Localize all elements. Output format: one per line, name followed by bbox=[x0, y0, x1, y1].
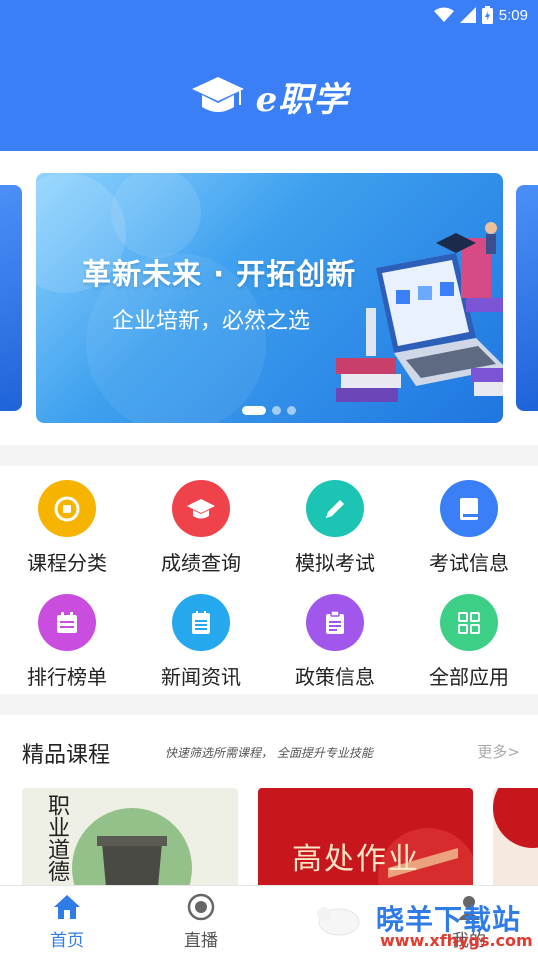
section-subtitle: 快速筛选所需课程， 全面提升专业技能 bbox=[165, 746, 373, 760]
pencil-icon bbox=[306, 480, 364, 537]
course-card-peek[interactable] bbox=[493, 788, 538, 885]
battery-icon bbox=[481, 6, 493, 24]
course-card[interactable]: 高处作业 bbox=[258, 788, 473, 885]
featured-courses-section: 精品课程 快速筛选所需课程， 全面提升专业技能 更多> 职业道德 高处作业 bbox=[0, 715, 538, 885]
graduation-cap-logo-icon bbox=[191, 77, 244, 112]
status-time: 5:09 bbox=[498, 6, 528, 24]
banner-carousel[interactable]: 革新未来 · 开拓创新 企业培新，必然之选 bbox=[36, 173, 503, 423]
notepad-icon bbox=[172, 594, 230, 651]
app-header: 5:09 e职学 bbox=[0, 0, 538, 151]
carousel-dot[interactable] bbox=[287, 406, 296, 415]
grid-item-score-query[interactable]: 成绩查询 bbox=[134, 466, 268, 576]
grid-label: 排行榜单 bbox=[27, 665, 107, 689]
carousel-indicator bbox=[242, 406, 296, 415]
tab-live[interactable]: 直播 bbox=[134, 886, 268, 956]
clipboard-icon bbox=[306, 594, 364, 651]
carousel-dot-active[interactable] bbox=[242, 406, 266, 415]
grid-item-ranking[interactable]: 排行榜单 bbox=[0, 580, 134, 690]
section-title: 精品课程 bbox=[22, 743, 111, 768]
grid-label: 考试信息 bbox=[429, 551, 509, 575]
graduation-cap-icon bbox=[172, 480, 230, 537]
wifi-icon bbox=[433, 7, 454, 22]
banner-prev-peek[interactable] bbox=[0, 185, 22, 411]
grid-label: 新闻资讯 bbox=[161, 665, 241, 689]
feature-grid: 课程分类 成绩查询 模拟考试 考试信息 排行榜单 新闻资讯 政策信息 全部应用 bbox=[0, 466, 538, 694]
status-bar: 5:09 bbox=[433, 4, 528, 26]
grid-item-exam-info[interactable]: 考试信息 bbox=[402, 466, 536, 576]
grid-label: 政策信息 bbox=[295, 665, 375, 689]
tab-label: 首页 bbox=[50, 931, 84, 951]
book-icon bbox=[440, 480, 498, 537]
course-card-text: 职业道德 bbox=[44, 794, 69, 882]
banner-next-peek[interactable] bbox=[516, 185, 538, 411]
sheep-watermark-icon bbox=[317, 907, 360, 936]
grid-item-course-category[interactable]: 课程分类 bbox=[0, 466, 134, 576]
laptop-illustration bbox=[336, 222, 503, 402]
carousel-dot[interactable] bbox=[272, 406, 281, 415]
grid-item-policy-info[interactable]: 政策信息 bbox=[268, 580, 402, 690]
grid-apps-icon bbox=[440, 594, 498, 651]
grid-item-news[interactable]: 新闻资讯 bbox=[134, 580, 268, 690]
home-icon bbox=[54, 895, 80, 919]
grid-label: 成绩查询 bbox=[161, 551, 241, 575]
grid-label: 课程分类 bbox=[27, 551, 107, 575]
logo-text: e职学 bbox=[255, 79, 349, 120]
course-card[interactable]: 职业道德 bbox=[22, 788, 238, 885]
banner-subtitle: 企业培新，必然之选 bbox=[112, 309, 311, 334]
tab-home[interactable]: 首页 bbox=[0, 886, 134, 956]
app-logo: e职学 bbox=[0, 70, 538, 122]
course-card-text: 高处作业 bbox=[292, 842, 420, 877]
more-link[interactable]: 更多> bbox=[477, 741, 520, 762]
tab-label: 直播 bbox=[184, 931, 218, 951]
live-icon bbox=[187, 893, 215, 921]
grid-item-mock-exam[interactable]: 模拟考试 bbox=[268, 466, 402, 576]
category-icon bbox=[38, 480, 96, 537]
grid-label: 模拟考试 bbox=[295, 551, 375, 575]
course-thumbnail bbox=[493, 788, 538, 848]
app-screen: 5:09 e职学 革新未来 · 开拓创新 企业培新，必然之选 课程分类 成绩查询… bbox=[0, 0, 538, 956]
grid-item-all-apps[interactable]: 全部应用 bbox=[402, 580, 536, 690]
grid-label: 全部应用 bbox=[429, 665, 509, 689]
banner-background-art bbox=[36, 173, 503, 423]
signal-icon bbox=[459, 7, 476, 23]
watermark-url: www.xfhygs.com bbox=[380, 931, 533, 950]
banner-title: 革新未来 · 开拓创新 bbox=[82, 257, 357, 291]
calendar-icon bbox=[38, 594, 96, 651]
